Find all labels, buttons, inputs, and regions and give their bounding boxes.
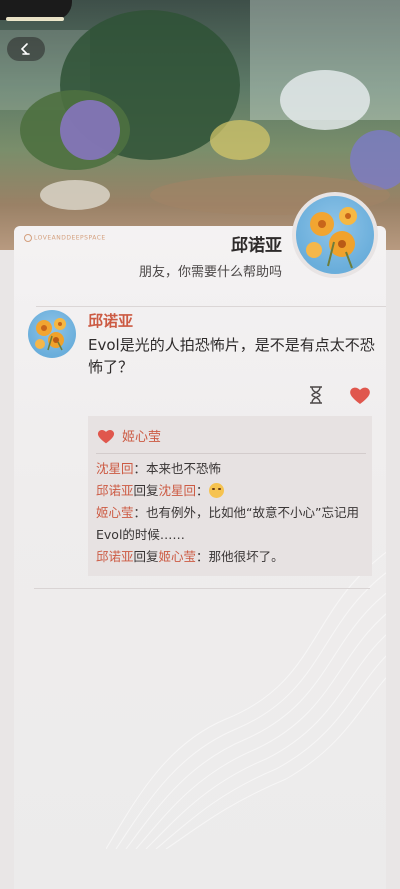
like-button[interactable] bbox=[348, 384, 372, 406]
heart-icon bbox=[97, 429, 115, 443]
comment-text: 本来也不恐怖 bbox=[146, 461, 222, 476]
comment-separator: ： bbox=[196, 549, 209, 564]
back-chevron-icon bbox=[20, 43, 30, 55]
post-content: Evol是光的人拍恐怖片，是不是有点太不恐怖了？ bbox=[88, 336, 375, 376]
likes-row: 姬心莹 bbox=[96, 426, 161, 445]
liker-name[interactable]: 姬心莹 bbox=[122, 426, 161, 445]
back-button[interactable] bbox=[7, 37, 45, 61]
reply-target-user[interactable]: 姬心莹 bbox=[159, 549, 197, 564]
comment-user[interactable]: 邱诺亚 bbox=[96, 549, 134, 564]
comment-item[interactable]: 沈星回：本来也不恐怖 bbox=[96, 458, 368, 480]
comment-item[interactable]: 邱诺亚回复沈星回： bbox=[96, 480, 368, 502]
comments-divider bbox=[96, 453, 366, 454]
reply-word: 回复 bbox=[133, 483, 159, 498]
comment-user[interactable]: 沈星回 bbox=[96, 461, 134, 476]
comment-text: 那他很坏了。 bbox=[208, 549, 284, 564]
contact-avatar[interactable] bbox=[292, 192, 378, 278]
brand-watermark: LOVEANDDEEPSPACE bbox=[24, 234, 106, 242]
comment-separator: ： bbox=[133, 461, 147, 476]
reply-word: 回复 bbox=[133, 549, 159, 564]
hourglass-icon bbox=[310, 386, 322, 404]
ceiling-lamp bbox=[0, 0, 72, 21]
heart-icon bbox=[350, 387, 370, 404]
smile-emoji-icon bbox=[208, 483, 224, 498]
contact-name: 邱诺亚 bbox=[231, 236, 282, 256]
comment-separator: ： bbox=[133, 505, 147, 520]
comments-panel: 姬心莹 沈星回：本来也不恐怖 邱诺亚回复沈星回： 姬心莹：也有例外，比如他“故意… bbox=[88, 416, 372, 576]
comment-item[interactable]: 邱诺亚回复姬心莹：那他很坏了。 bbox=[96, 546, 368, 568]
comment-item[interactable]: 姬心莹：也有例外，比如他“故意不小心”忘记用Evol的时候…… bbox=[96, 502, 368, 546]
contact-subtitle: 朋友，你需要什么帮助吗 bbox=[138, 265, 282, 280]
comment-user[interactable]: 邱诺亚 bbox=[96, 483, 134, 498]
flower-avatar-image bbox=[35, 318, 66, 351]
comment-separator: ： bbox=[196, 483, 209, 498]
post-divider bbox=[34, 588, 370, 589]
reply-target-user[interactable]: 沈星回 bbox=[159, 483, 197, 498]
post-author-name: 邱诺亚 bbox=[88, 312, 134, 330]
comment-list: 沈星回：本来也不恐怖 邱诺亚回复沈星回： 姬心莹：也有例外，比如他“故意不小心”… bbox=[96, 458, 368, 568]
post-author-avatar[interactable] bbox=[28, 310, 76, 358]
reply-button[interactable] bbox=[306, 384, 326, 406]
comment-user[interactable]: 姬心莹 bbox=[96, 505, 134, 520]
header-divider bbox=[36, 306, 386, 307]
flower-avatar-image bbox=[306, 207, 357, 269]
moment-card: LOVEANDDEEPSPACE 邱诺亚 朋友，你需要什么帮助吗 邱诺亚 Evo… bbox=[14, 226, 386, 889]
